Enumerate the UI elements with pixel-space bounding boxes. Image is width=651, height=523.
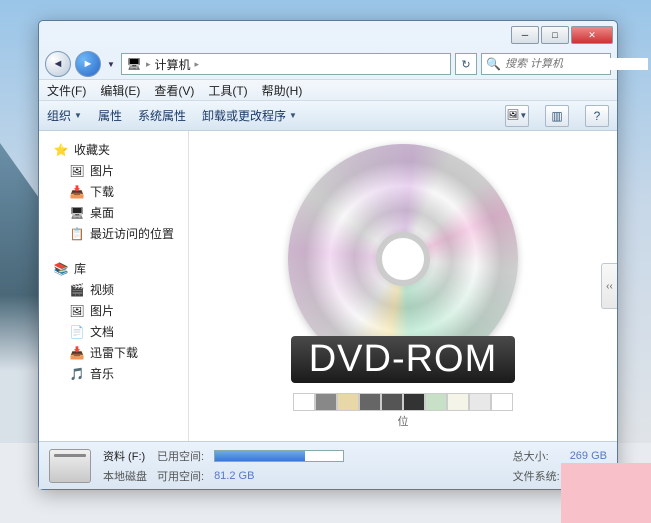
preview-pane-button[interactable]: ▥	[545, 105, 569, 127]
sidebar-label: 收藏夹	[74, 141, 110, 158]
computer-icon: 🖥	[126, 56, 142, 72]
drive-icon	[49, 449, 91, 483]
chevron-right-icon: ▸	[195, 59, 200, 70]
palette-swatch	[425, 393, 447, 411]
expand-pane-button[interactable]: ‹‹	[601, 263, 617, 309]
sidebar-libraries-header[interactable]: 📚 库	[39, 258, 188, 279]
help-button[interactable]: ?	[585, 105, 609, 127]
chevron-down-icon: ▼	[519, 111, 527, 120]
chevron-down-icon: ▼	[289, 111, 297, 120]
menu-help[interactable]: 帮助(H)	[262, 82, 303, 99]
dvd-rom-label: DVD-ROM	[291, 336, 516, 383]
address-bar[interactable]: 🖥 ▸ 计算机 ▸	[121, 53, 451, 75]
free-space-label: 可用空间:	[157, 468, 204, 484]
search-input[interactable]	[505, 58, 648, 70]
back-button[interactable]: ◄	[45, 51, 71, 77]
download-icon: 📥	[69, 184, 85, 200]
content-pane: DVD-ROM 位 ‹‹	[189, 131, 617, 441]
menu-view[interactable]: 查看(V)	[154, 82, 194, 99]
sidebar-item-documents[interactable]: 📄文档	[39, 321, 188, 342]
music-icon: 🎵	[69, 366, 85, 382]
command-bar: 组织▼ 属性 系统属性 卸载或更改程序▼ 🖼▼ ▥ ?	[39, 101, 617, 131]
palette-swatch	[403, 393, 425, 411]
sidebar-item-xunlei[interactable]: 📥迅雷下载	[39, 342, 188, 363]
chevron-right-icon: ▸	[146, 59, 151, 70]
total-size-label: 总大小:	[513, 448, 560, 464]
palette-swatch	[469, 393, 491, 411]
breadcrumb-root[interactable]: 计算机	[155, 56, 191, 73]
view-mode-button[interactable]: 🖼▼	[505, 105, 529, 127]
sidebar-item-videos[interactable]: 🎬视频	[39, 279, 188, 300]
sidebar-label: 库	[74, 260, 86, 277]
refresh-button[interactable]: ↻	[455, 53, 477, 75]
recent-icon: 📋	[69, 226, 85, 242]
uninstall-programs-button[interactable]: 卸载或更改程序▼	[202, 107, 297, 124]
menu-bar: 文件(F) 编辑(E) 查看(V) 工具(T) 帮助(H)	[39, 79, 617, 101]
sidebar-favorites-header[interactable]: ⭐ 收藏夹	[39, 139, 188, 160]
palette-label: 位	[398, 413, 409, 429]
document-icon: 📄	[69, 324, 85, 340]
palette-swatch	[337, 393, 359, 411]
nav-history-dropdown[interactable]: ▼	[105, 51, 117, 77]
organize-button[interactable]: 组织▼	[47, 107, 82, 124]
watermark-block	[561, 463, 651, 523]
library-icon: 📚	[53, 261, 69, 277]
picture-icon: 🖼	[69, 303, 85, 319]
properties-button[interactable]: 属性	[98, 107, 122, 124]
palette-swatch	[381, 393, 403, 411]
palette-swatch	[491, 393, 513, 411]
nav-bar: ◄ ► ▼ 🖥 ▸ 计算机 ▸ ↻ 🔍	[39, 49, 617, 79]
drive-name: 资料 (F:)	[103, 448, 147, 464]
video-icon: 🎬	[69, 282, 85, 298]
palette-swatch	[315, 393, 337, 411]
explorer-window: ─ □ ✕ ◄ ► ▼ 🖥 ▸ 计算机 ▸ ↻ 🔍 文件(F) 编辑(E) 查看…	[38, 20, 618, 490]
search-box[interactable]: 🔍	[481, 53, 611, 75]
navigation-pane: ⭐ 收藏夹 🖼图片 📥下载 🖥桌面 📋最近访问的位置 📚 库 🎬视频 🖼图片 📄…	[39, 131, 189, 441]
used-space-label: 已用空间:	[157, 448, 204, 464]
minimize-button[interactable]: ─	[511, 26, 539, 44]
sidebar-item-pictures-lib[interactable]: 🖼图片	[39, 300, 188, 321]
help-icon: ?	[594, 109, 601, 123]
palette-swatch	[447, 393, 469, 411]
menu-edit[interactable]: 编辑(E)	[100, 82, 140, 99]
system-properties-button[interactable]: 系统属性	[138, 107, 186, 124]
search-icon: 🔍	[486, 56, 501, 72]
color-palette	[293, 393, 513, 411]
download-icon: 📥	[69, 345, 85, 361]
drive-type: 本地磁盘	[103, 468, 147, 484]
thumbnail-icon: 🖼	[507, 110, 520, 121]
free-space-value: 81.2 GB	[214, 470, 503, 482]
sidebar-item-pictures[interactable]: 🖼图片	[39, 160, 188, 181]
close-button[interactable]: ✕	[571, 26, 613, 44]
palette-swatch	[293, 393, 315, 411]
sidebar-item-music[interactable]: 🎵音乐	[39, 363, 188, 384]
maximize-button[interactable]: □	[541, 26, 569, 44]
picture-icon: 🖼	[69, 163, 85, 179]
pane-icon: ▥	[551, 109, 562, 123]
chevron-down-icon: ▼	[74, 111, 82, 120]
filesystem-label: 文件系统:	[513, 468, 560, 484]
star-icon: ⭐	[53, 142, 69, 158]
titlebar: ─ □ ✕	[39, 21, 617, 49]
total-size-value: 269 GB	[570, 450, 607, 462]
menu-file[interactable]: 文件(F)	[47, 82, 86, 99]
sidebar-item-desktop[interactable]: 🖥桌面	[39, 202, 188, 223]
desktop-icon: 🖥	[69, 205, 85, 221]
space-progress-bar	[214, 450, 344, 462]
sidebar-item-downloads[interactable]: 📥下载	[39, 181, 188, 202]
palette-swatch	[359, 393, 381, 411]
details-pane: 资料 (F:) 已用空间: 总大小: 269 GB 本地磁盘 可用空间: 81.…	[39, 441, 617, 489]
menu-tools[interactable]: 工具(T)	[208, 82, 247, 99]
sidebar-item-recent[interactable]: 📋最近访问的位置	[39, 223, 188, 244]
forward-button[interactable]: ►	[75, 51, 101, 77]
